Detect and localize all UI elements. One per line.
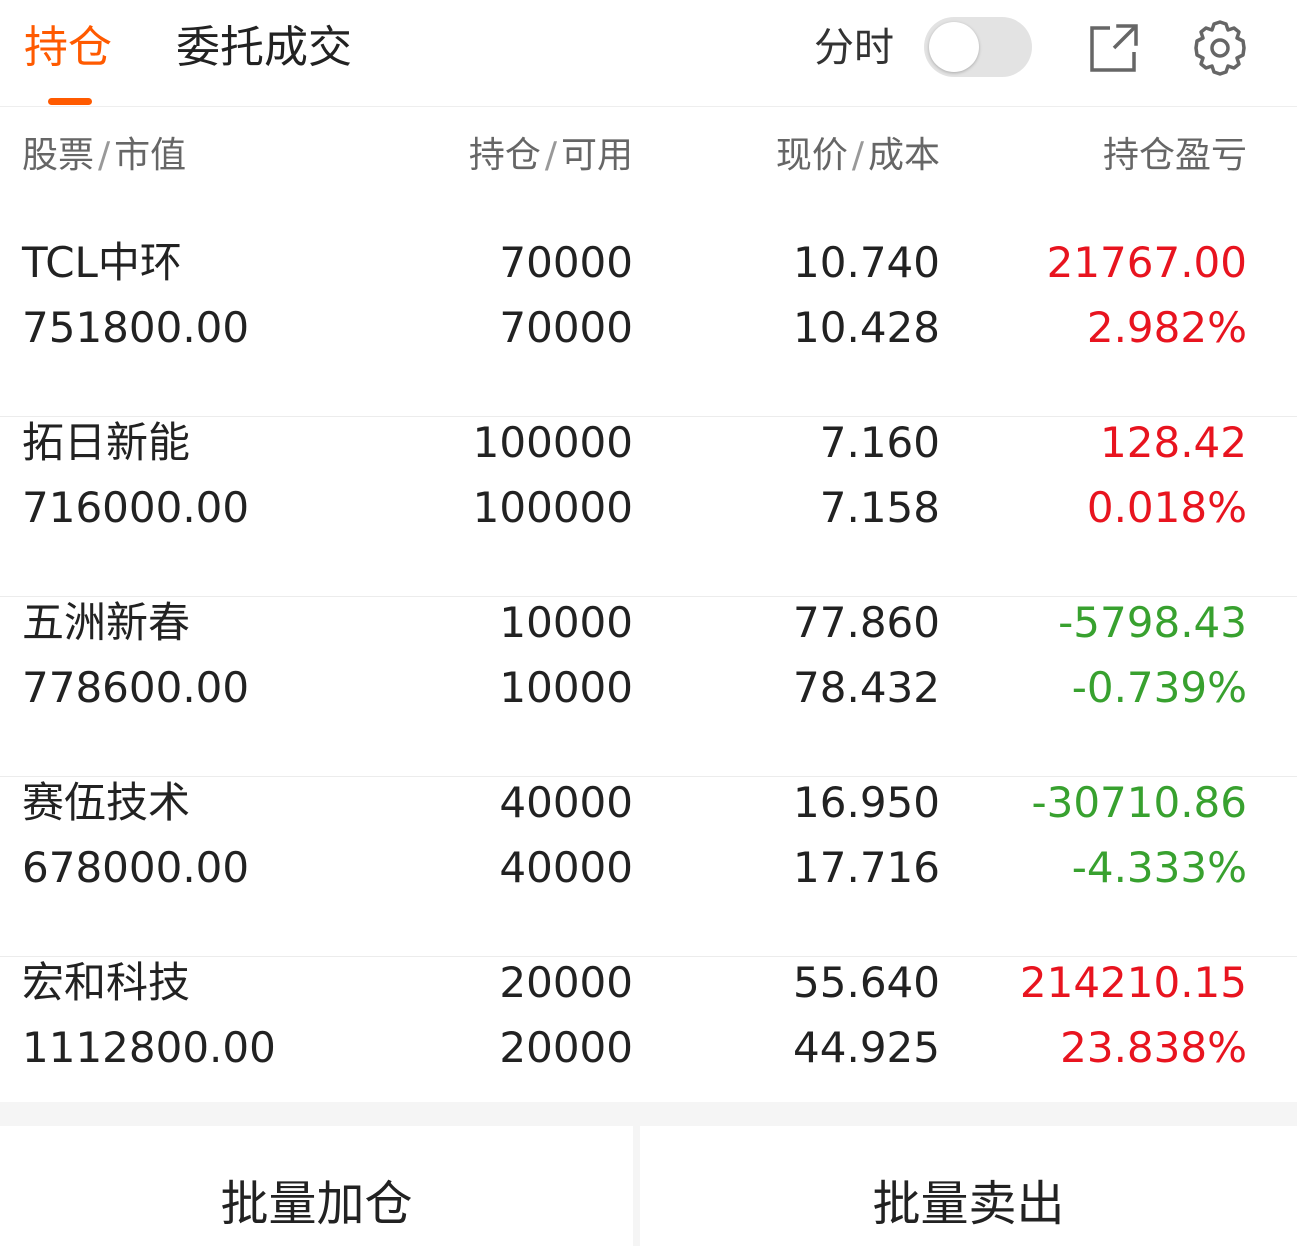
batch-add-button[interactable]: 批量加仓 — [0, 1126, 633, 1246]
holdings: 100000 — [472, 418, 633, 467]
current-price: 77.860 — [793, 598, 940, 647]
top-bar: 持仓 委托成交 分时 — [0, 0, 1297, 107]
cost-price: 10.428 — [793, 303, 940, 352]
market-value: 678000.00 — [22, 843, 250, 892]
batch-sell-button[interactable]: 批量卖出 — [640, 1126, 1297, 1246]
bottom-action-bar: 批量加仓 批量卖出 — [0, 1126, 1297, 1246]
column-stock-label: 股票 — [22, 135, 95, 176]
column-separator: / — [98, 135, 111, 176]
current-price: 10.740 — [793, 238, 940, 287]
profit-loss-amount: -30710.86 — [1031, 778, 1247, 827]
column-cost-label: 成本 — [867, 135, 940, 176]
stock-name: 拓日新能 — [22, 418, 191, 467]
holdings: 10000 — [499, 598, 633, 647]
profit-loss-amount: -5798.43 — [1058, 598, 1247, 647]
current-price: 7.160 — [819, 418, 940, 467]
column-holdings-label: 持仓 — [468, 135, 541, 176]
column-header-stock: 股票 / 市值 — [22, 132, 186, 180]
holdings: 70000 — [499, 238, 633, 287]
column-header-price: 现价 / 成本 — [776, 132, 940, 180]
stock-name: TCL中环 — [22, 238, 182, 287]
available: 70000 — [499, 303, 633, 352]
stock-name: 宏和科技 — [22, 958, 191, 1007]
available: 40000 — [499, 843, 633, 892]
tab-orders[interactable]: 委托成交 — [176, 20, 352, 76]
timeshare-label: 分时 — [814, 25, 894, 71]
profit-loss-percent: 2.982% — [1086, 303, 1247, 352]
available: 10000 — [499, 663, 633, 712]
column-separator: / — [851, 135, 864, 176]
tab-positions[interactable]: 持仓 — [24, 20, 112, 76]
stock-name: 赛伍技术 — [22, 778, 191, 827]
cost-price: 44.925 — [793, 1023, 940, 1072]
position-row[interactable]: TCL中环 751800.00 70000 70000 10.740 10.42… — [0, 236, 1297, 417]
holdings: 20000 — [499, 958, 633, 1007]
market-value: 778600.00 — [22, 663, 250, 712]
cost-price: 78.432 — [793, 663, 940, 712]
column-price-label: 现价 — [775, 135, 848, 176]
current-price: 55.640 — [793, 958, 940, 1007]
toggle-knob — [929, 22, 979, 72]
cost-price: 7.158 — [819, 483, 940, 532]
position-row[interactable]: 拓日新能 716000.00 100000 100000 7.160 7.158… — [0, 416, 1297, 597]
profit-loss-percent: -0.739% — [1071, 663, 1247, 712]
share-icon[interactable] — [1084, 18, 1144, 78]
settings-gear-icon[interactable] — [1190, 18, 1250, 78]
profit-loss-percent: 23.838% — [1060, 1023, 1247, 1072]
positions-screen: 持仓 委托成交 分时 股票/市值 持仓/可用 现价/成本 持仓盈亏 — [0, 0, 1297, 1246]
active-tab-indicator — [48, 98, 92, 105]
market-value: 716000.00 — [22, 483, 250, 532]
available: 20000 — [499, 1023, 633, 1072]
profit-loss-amount: 128.42 — [1100, 418, 1247, 467]
bottom-divider — [0, 1102, 1297, 1126]
profit-loss-percent: -4.333% — [1071, 843, 1247, 892]
position-row[interactable]: 五洲新春 778600.00 10000 10000 77.860 78.432… — [0, 596, 1297, 777]
market-value: 1112800.00 — [22, 1023, 276, 1072]
holdings: 40000 — [499, 778, 633, 827]
column-available-label: 可用 — [560, 135, 633, 176]
profit-loss-percent: 0.018% — [1086, 483, 1247, 532]
cost-price: 17.716 — [793, 843, 940, 892]
profit-loss-amount: 214210.15 — [1019, 958, 1247, 1007]
stock-name: 五洲新春 — [22, 598, 191, 647]
market-value: 751800.00 — [22, 303, 250, 352]
column-header-holdings: 持仓 / 可用 — [469, 132, 633, 180]
available: 100000 — [472, 483, 633, 532]
profit-loss-amount: 21767.00 — [1046, 238, 1247, 287]
timeshare-toggle[interactable] — [924, 17, 1032, 77]
column-header-profit-loss: 持仓盈亏 — [1102, 135, 1247, 176]
current-price: 16.950 — [793, 778, 940, 827]
column-separator: / — [544, 135, 557, 176]
column-market-value-label: 市值 — [114, 135, 187, 176]
position-row[interactable]: 赛伍技术 678000.00 40000 40000 16.950 17.716… — [0, 776, 1297, 957]
